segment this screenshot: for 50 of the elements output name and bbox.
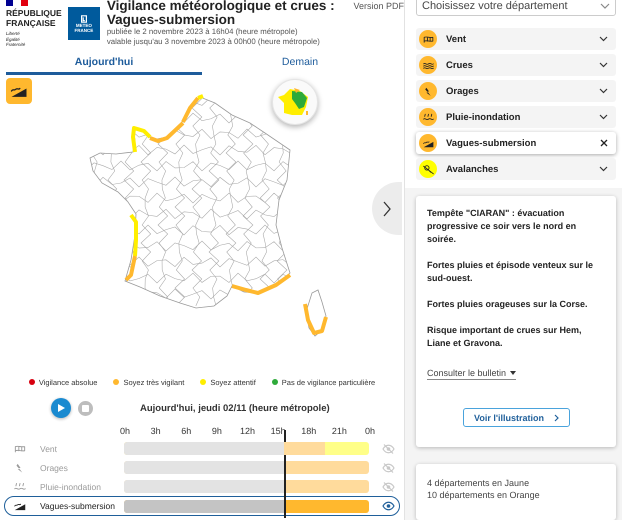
timeline-row[interactable]: Vagues-submersion bbox=[4, 496, 400, 516]
hazard-item[interactable]: Avalanches bbox=[416, 158, 616, 180]
chevron-down-icon bbox=[599, 88, 608, 94]
department-select[interactable]: Choisissez votre département bbox=[416, 0, 616, 16]
hazard-item[interactable]: Orages bbox=[416, 80, 616, 102]
bulletin-paragraph: Risque important de crues sur Hem, Liane et Gravona. bbox=[427, 324, 583, 350]
eye-slash-icon[interactable] bbox=[382, 444, 395, 454]
play-icon bbox=[56, 403, 66, 413]
play-button[interactable] bbox=[51, 398, 71, 418]
hour-label: 0h bbox=[364, 426, 376, 436]
page-title: Vigilance météorologique et crues : Vagues-submersion bbox=[106, 0, 336, 27]
hour-label: 12h bbox=[238, 426, 256, 436]
chevron-right-icon bbox=[554, 414, 559, 422]
chevron-down-icon bbox=[599, 166, 608, 172]
illustration-button[interactable]: Voir l'illustration bbox=[463, 408, 570, 427]
bulletin-paragraph: Fortes pluies orageuses sur la Corse. bbox=[427, 298, 589, 311]
summary-line: 10 départements en Orange bbox=[427, 489, 541, 501]
hour-label: 3h bbox=[150, 426, 162, 436]
flag-icon bbox=[6, 0, 28, 6]
hour-label: 0h bbox=[118, 426, 131, 436]
hour-label: 6h bbox=[180, 426, 192, 436]
logo-mark-icon bbox=[80, 14, 88, 22]
eye-slash-icon[interactable] bbox=[382, 482, 395, 492]
caret-down-icon bbox=[510, 371, 516, 375]
bulletin-dropdown-link[interactable]: Consulter le bulletin bbox=[427, 368, 516, 380]
bulletin-paragraph: Tempête "CIARAN" : évacuation progressive ce soir vers le nord en soirée. bbox=[427, 207, 578, 246]
chevron-right-icon bbox=[382, 200, 392, 216]
next-arrow-button[interactable] bbox=[372, 182, 402, 235]
hour-label: 18h bbox=[300, 426, 318, 436]
timeline-title: Aujourd'hui, jeudi 02/11 (heure métropole) bbox=[140, 402, 330, 414]
bulletin-paragraph: Fortes pluies et épisode venteux sur le sud-ouest. bbox=[427, 259, 594, 285]
stop-icon bbox=[82, 404, 89, 412]
hazard-item[interactable]: Pluie-inondation bbox=[416, 106, 616, 128]
stop-button[interactable] bbox=[78, 400, 93, 416]
chevron-down-icon bbox=[599, 62, 608, 68]
pdf-link[interactable]: Version PDF bbox=[353, 1, 404, 11]
hour-label: 21h bbox=[330, 426, 348, 436]
chevron-down-icon bbox=[600, 2, 610, 8]
hazard-item[interactable]: Vent bbox=[416, 28, 616, 50]
chevron-down-icon bbox=[599, 36, 608, 42]
day-tab[interactable]: Demain bbox=[202, 52, 398, 75]
close-icon bbox=[600, 139, 608, 147]
eye-icon[interactable] bbox=[382, 501, 395, 511]
hour-label: 9h bbox=[210, 426, 223, 436]
hazard-item[interactable]: Crues bbox=[416, 54, 616, 76]
day-tab[interactable]: Aujourd'hui bbox=[6, 52, 202, 75]
summary-line: 4 départements en Jaune bbox=[427, 477, 530, 489]
hazard-item[interactable]: Vagues-submersion bbox=[416, 132, 616, 154]
eye-slash-icon[interactable] bbox=[382, 462, 395, 472]
chevron-down-icon bbox=[599, 114, 608, 120]
